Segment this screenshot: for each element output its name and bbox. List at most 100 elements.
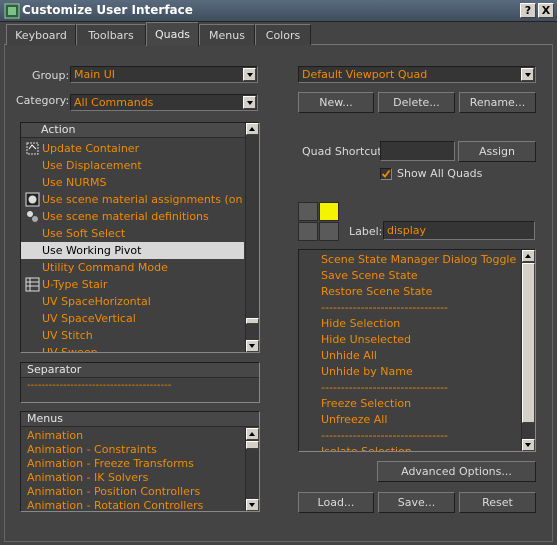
show-all-quads-label[interactable]: Show All Quads [397, 167, 482, 180]
action-list-item[interactable]: Utility Command Mode [21, 259, 244, 276]
menus-header: Menus [21, 412, 259, 427]
action-list-item[interactable]: UV SpaceVertical [21, 310, 244, 327]
quad-separator[interactable]: -------------------------------- [321, 428, 448, 444]
separator-item[interactable]: ---------------------------------------- [27, 380, 171, 391]
action-list-item[interactable]: Use Displacement [21, 157, 244, 174]
title-bar: Customize User Interface ? X [0, 0, 557, 22]
advanced-options-button[interactable]: Advanced Options... [377, 461, 536, 482]
scroll-up-button[interactable] [246, 123, 259, 135]
quad-shortcut-label: Quad Shortcut: [302, 145, 386, 158]
stair-icon [25, 277, 40, 292]
action-column-header[interactable]: Action [21, 123, 259, 138]
menus-list[interactable]: Menus Animation Animation - Constraints An… [20, 411, 260, 512]
action-list-item[interactable]: Update Container [21, 140, 244, 157]
quad-items-list[interactable]: Scene State Manager Dialog Toggle Save Sc… [298, 249, 536, 452]
material-assign-icon [25, 192, 40, 207]
quad-top-left[interactable] [298, 202, 318, 221]
window-title: Customize User Interface [22, 3, 193, 17]
assign-button[interactable]: Assign [458, 141, 536, 162]
action-list-scrollbar[interactable] [245, 123, 259, 352]
rename-button[interactable]: Rename... [459, 92, 536, 113]
scroll-up-button[interactable] [522, 250, 535, 262]
help-button[interactable]: ? [520, 3, 536, 18]
quad-top-right[interactable] [319, 202, 339, 221]
action-list-item[interactable]: Use NURMS [21, 174, 244, 191]
menu-list-item[interactable]: Animation - IK Solvers [27, 471, 148, 485]
menu-list-item[interactable]: Animation - Freeze Transforms [27, 457, 194, 471]
menu-list-item[interactable]: Animation - Position Controllers [27, 485, 200, 499]
scroll-thumb[interactable] [522, 263, 535, 423]
delete-button[interactable]: Delete... [378, 92, 455, 113]
action-item-label: U-Type Stair [42, 278, 108, 291]
close-button[interactable]: X [538, 3, 554, 18]
category-dropdown[interactable]: All Commands [70, 94, 258, 111]
quad-item[interactable]: Isolate Selection [321, 444, 412, 451]
separator-header: Separator [21, 363, 259, 378]
quad-shortcut-field[interactable] [380, 141, 455, 161]
quad-item[interactable]: Hide Unselected [321, 332, 411, 348]
tab-quads[interactable]: Quads [146, 22, 199, 46]
scroll-down-button[interactable] [522, 439, 535, 451]
chevron-down-icon[interactable] [521, 68, 534, 81]
category-value: All Commands [74, 96, 154, 109]
tab-menus[interactable]: Menus [199, 24, 255, 45]
action-list-item[interactable]: Use scene material definitions [21, 208, 244, 225]
group-value: Main UI [74, 68, 116, 81]
quad-rows: Scene State Manager Dialog Toggle Save Sc… [299, 250, 520, 451]
action-list[interactable]: Action Update Container Use Displacement U… [20, 122, 260, 353]
quad-item[interactable]: Save Scene State [321, 268, 418, 284]
quad-item[interactable]: Restore Scene State [321, 284, 432, 300]
chevron-down-icon[interactable] [243, 68, 256, 81]
menu-list-item[interactable]: Animation - Constraints [27, 443, 157, 457]
separator-list[interactable]: Separator ------------------------------… [20, 362, 260, 403]
menus-list-scrollbar[interactable] [245, 428, 259, 511]
category-label: Category: [16, 94, 70, 107]
chevron-down-icon[interactable] [243, 96, 256, 109]
quad-item[interactable]: Unfreeze All [321, 412, 387, 428]
action-list-item[interactable]: UV Sweep [21, 344, 244, 352]
scroll-up-button[interactable] [246, 428, 259, 440]
app-icon [4, 3, 20, 19]
scroll-down-button[interactable] [246, 499, 259, 511]
tab-colors[interactable]: Colors [255, 24, 311, 45]
group-dropdown[interactable]: Main UI [70, 66, 258, 83]
action-item-label: UV SpaceVertical [42, 312, 136, 325]
quad-separator[interactable]: -------------------------------- [321, 300, 448, 316]
quad-item[interactable]: Unhide All [321, 348, 377, 364]
label-field[interactable]: display [383, 221, 535, 240]
show-all-quads-checkbox[interactable] [380, 168, 392, 180]
quad-item[interactable]: Freeze Selection [321, 396, 411, 412]
action-list-item[interactable]: U-Type Stair [21, 276, 244, 293]
action-list-item[interactable]: UV Stitch [21, 327, 244, 344]
tab-keyboard[interactable]: Keyboard [6, 24, 76, 45]
quad-item[interactable]: Unhide by Name [321, 364, 413, 380]
save-button[interactable]: Save... [378, 492, 455, 513]
scroll-down-button[interactable] [246, 340, 259, 352]
new-button[interactable]: New... [298, 92, 374, 113]
tab-toolbars[interactable]: Toolbars [76, 24, 146, 45]
action-list-item[interactable]: Use Working Pivot [21, 242, 244, 259]
quad-bottom-right[interactable] [319, 222, 339, 241]
quad-selector [298, 202, 340, 242]
quad-separator[interactable]: -------------------------------- [321, 380, 448, 396]
menu-list-item[interactable]: Animation [27, 429, 83, 443]
quad-set-dropdown[interactable]: Default Viewport Quad [298, 66, 536, 83]
reset-button[interactable]: Reset [459, 492, 536, 513]
menu-list-item[interactable]: Animation - Rotation Controllers [27, 499, 203, 511]
quad-set-value: Default Viewport Quad [302, 68, 428, 81]
action-list-item[interactable]: Use Soft Select [21, 225, 244, 242]
menu-rows: Animation Animation - Constraints Animatio… [21, 429, 244, 511]
quad-item[interactable]: Scene State Manager Dialog Toggle [321, 252, 516, 268]
quad-item[interactable]: Hide Selection [321, 316, 400, 332]
action-list-item[interactable]: UV SpaceHorizontal [21, 293, 244, 310]
quad-bottom-left[interactable] [298, 222, 318, 241]
material-definitions-icon [25, 209, 40, 224]
action-item-label: Use Soft Select [42, 227, 126, 240]
scroll-thumb[interactable] [246, 441, 259, 449]
quad-list-scrollbar[interactable] [521, 250, 535, 451]
container-update-icon [25, 141, 40, 156]
scroll-thumb[interactable] [246, 318, 259, 324]
load-button[interactable]: Load... [298, 492, 374, 513]
label-value: display [387, 224, 427, 237]
action-list-item[interactable]: Use scene material assignments (on R... [21, 191, 244, 208]
